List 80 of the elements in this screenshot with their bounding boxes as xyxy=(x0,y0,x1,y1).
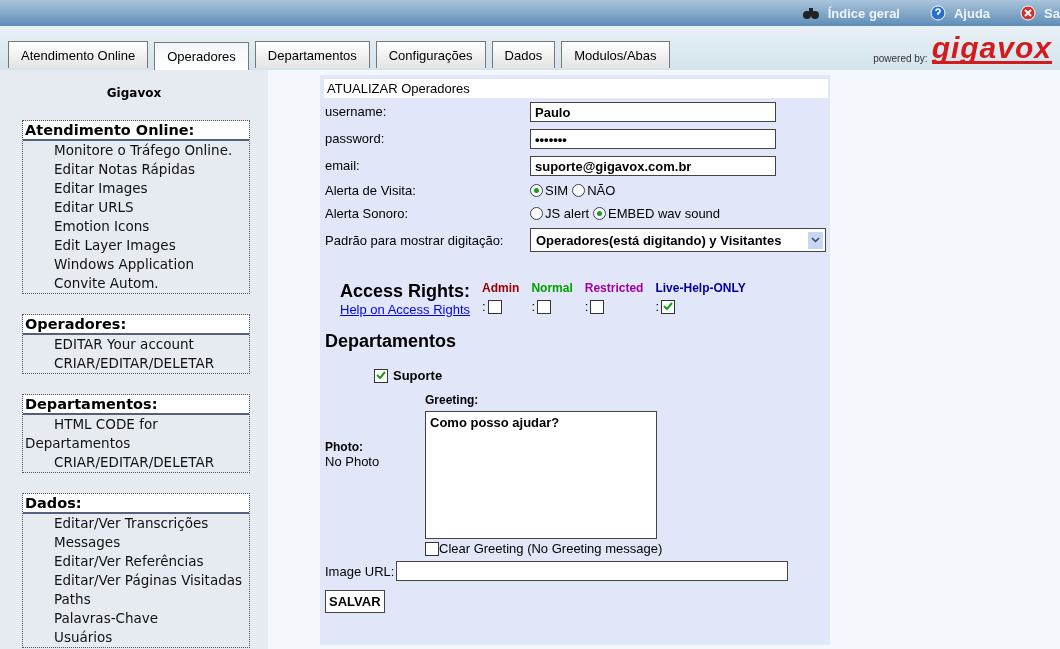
checkbox[interactable] xyxy=(590,299,605,314)
access-level-label: Restricted xyxy=(584,281,644,295)
radio-label: JS alert xyxy=(545,206,590,221)
sidebar-item[interactable]: Editar Notas Rápidas xyxy=(23,160,249,179)
field-label: username: xyxy=(325,104,388,119)
checkbox[interactable] xyxy=(537,299,552,314)
radio-button[interactable] xyxy=(593,207,607,220)
colon: : xyxy=(655,299,660,314)
input-field[interactable]: suporte@gigavox.com.br xyxy=(530,155,776,176)
sidebar-item[interactable]: Convite Autom. xyxy=(23,274,249,293)
section-title: Departamentos xyxy=(325,331,458,352)
photo-status: No Photo xyxy=(325,454,381,469)
department-name: Suporte xyxy=(393,368,443,383)
access-level-label: Normal xyxy=(531,281,573,295)
dropdown[interactable]: Operadores(está digitando) y Visitantes xyxy=(530,228,826,252)
sidebar-item[interactable]: CRIAR/EDITAR/DELETAR xyxy=(23,453,249,472)
sidebar-item[interactable]: Editar Images xyxy=(23,179,249,198)
close-icon xyxy=(1020,5,1037,21)
sidebar-item[interactable]: Editar URLS xyxy=(23,198,249,217)
checkbox[interactable] xyxy=(425,541,439,556)
help-link[interactable]: Help on Access Rights xyxy=(340,302,471,317)
colon: : xyxy=(531,299,536,314)
tab[interactable]: Configurações xyxy=(375,41,486,68)
radio-button[interactable] xyxy=(530,184,543,197)
field-label: Alerta Sonoro: xyxy=(325,206,410,221)
input-field[interactable]: Paulo xyxy=(530,101,776,122)
radio-label: NÃO xyxy=(587,183,616,198)
checkbox[interactable] xyxy=(374,368,388,383)
colon: : xyxy=(584,299,589,314)
radio-button[interactable] xyxy=(572,184,586,197)
sidebar-item[interactable]: Editar/Ver Transcrições xyxy=(23,514,249,533)
sidebar-item[interactable]: Emotion Icons xyxy=(23,217,249,236)
group-title: Atendimento Online: xyxy=(23,121,249,141)
checkbox[interactable] xyxy=(661,299,676,314)
input-field[interactable] xyxy=(396,561,789,581)
tab[interactable]: Atendimento Online xyxy=(8,41,149,68)
radio-label: EMBED wav sound xyxy=(608,206,721,221)
sidebar-item[interactable]: CRIAR/EDITAR/DELETAR xyxy=(23,354,249,373)
tab[interactable]: Operadores xyxy=(154,42,249,71)
sidebar-item[interactable]: Messages xyxy=(23,533,249,552)
sidebar-item[interactable]: Editar/Ver Páginas Visitadas xyxy=(23,571,249,590)
sidebar-item[interactable]: Edit Layer Images xyxy=(23,236,249,255)
help-icon xyxy=(929,5,946,21)
sidebar-item[interactable]: Paths xyxy=(23,590,249,609)
powered-by-label: powered by: xyxy=(873,53,928,64)
sidebar-item[interactable]: EDITAR Your account xyxy=(23,335,249,354)
checkbox-label: Clear Greeting (No Greeting message) xyxy=(439,541,663,556)
tab[interactable]: Dados xyxy=(491,41,556,68)
sidebar-item[interactable]: Windows Application xyxy=(23,255,249,274)
group-title: Departamentos: xyxy=(23,395,249,415)
field-label: Alerta de Visita: xyxy=(325,183,417,198)
radio-button[interactable] xyxy=(530,207,543,220)
group-title: Dados: xyxy=(23,494,249,514)
sidebar-title: Gigavox xyxy=(105,86,163,100)
field-label: Image URL: xyxy=(325,563,395,579)
field-label: password: xyxy=(325,131,386,146)
greeting-label: Greeting: xyxy=(425,393,480,407)
tab[interactable]: Departamentos xyxy=(254,41,370,68)
caret-icon xyxy=(808,231,823,249)
colon: : xyxy=(482,299,486,314)
access-level-label: Admin xyxy=(482,281,520,295)
sidebar-item[interactable]: Editar/Ver Referências xyxy=(23,552,249,571)
greeting-textarea[interactable]: Como posso ajudar? xyxy=(425,411,657,539)
field-label: Padrão para mostrar digitação: xyxy=(325,232,505,248)
sidebar-item[interactable]: Monitore o Tráfego Online. xyxy=(23,141,249,160)
form-title: ATUALIZAR Operadores xyxy=(324,79,828,98)
access-rights-title: Access Rights: xyxy=(340,281,471,302)
sidebar-item[interactable]: HTML CODE for Departamentos xyxy=(23,415,249,453)
radio-label: SIM xyxy=(545,183,569,198)
access-level-label: Live-Help-ONLY xyxy=(655,281,746,295)
tab[interactable]: Modulos/Abas xyxy=(561,41,670,68)
checkbox[interactable] xyxy=(487,299,502,314)
input-field[interactable]: ••••••• xyxy=(530,128,776,149)
sidebar-item[interactable]: Usuários xyxy=(23,628,249,647)
sidebar-item[interactable]: Palavras-Chave xyxy=(23,609,249,628)
save-button[interactable]: SALVAR xyxy=(325,590,385,613)
field-label: email: xyxy=(325,158,361,173)
group-title: Operadores: xyxy=(23,315,249,335)
binoculars-icon xyxy=(801,6,820,20)
photo-label: Photo: xyxy=(325,440,364,454)
